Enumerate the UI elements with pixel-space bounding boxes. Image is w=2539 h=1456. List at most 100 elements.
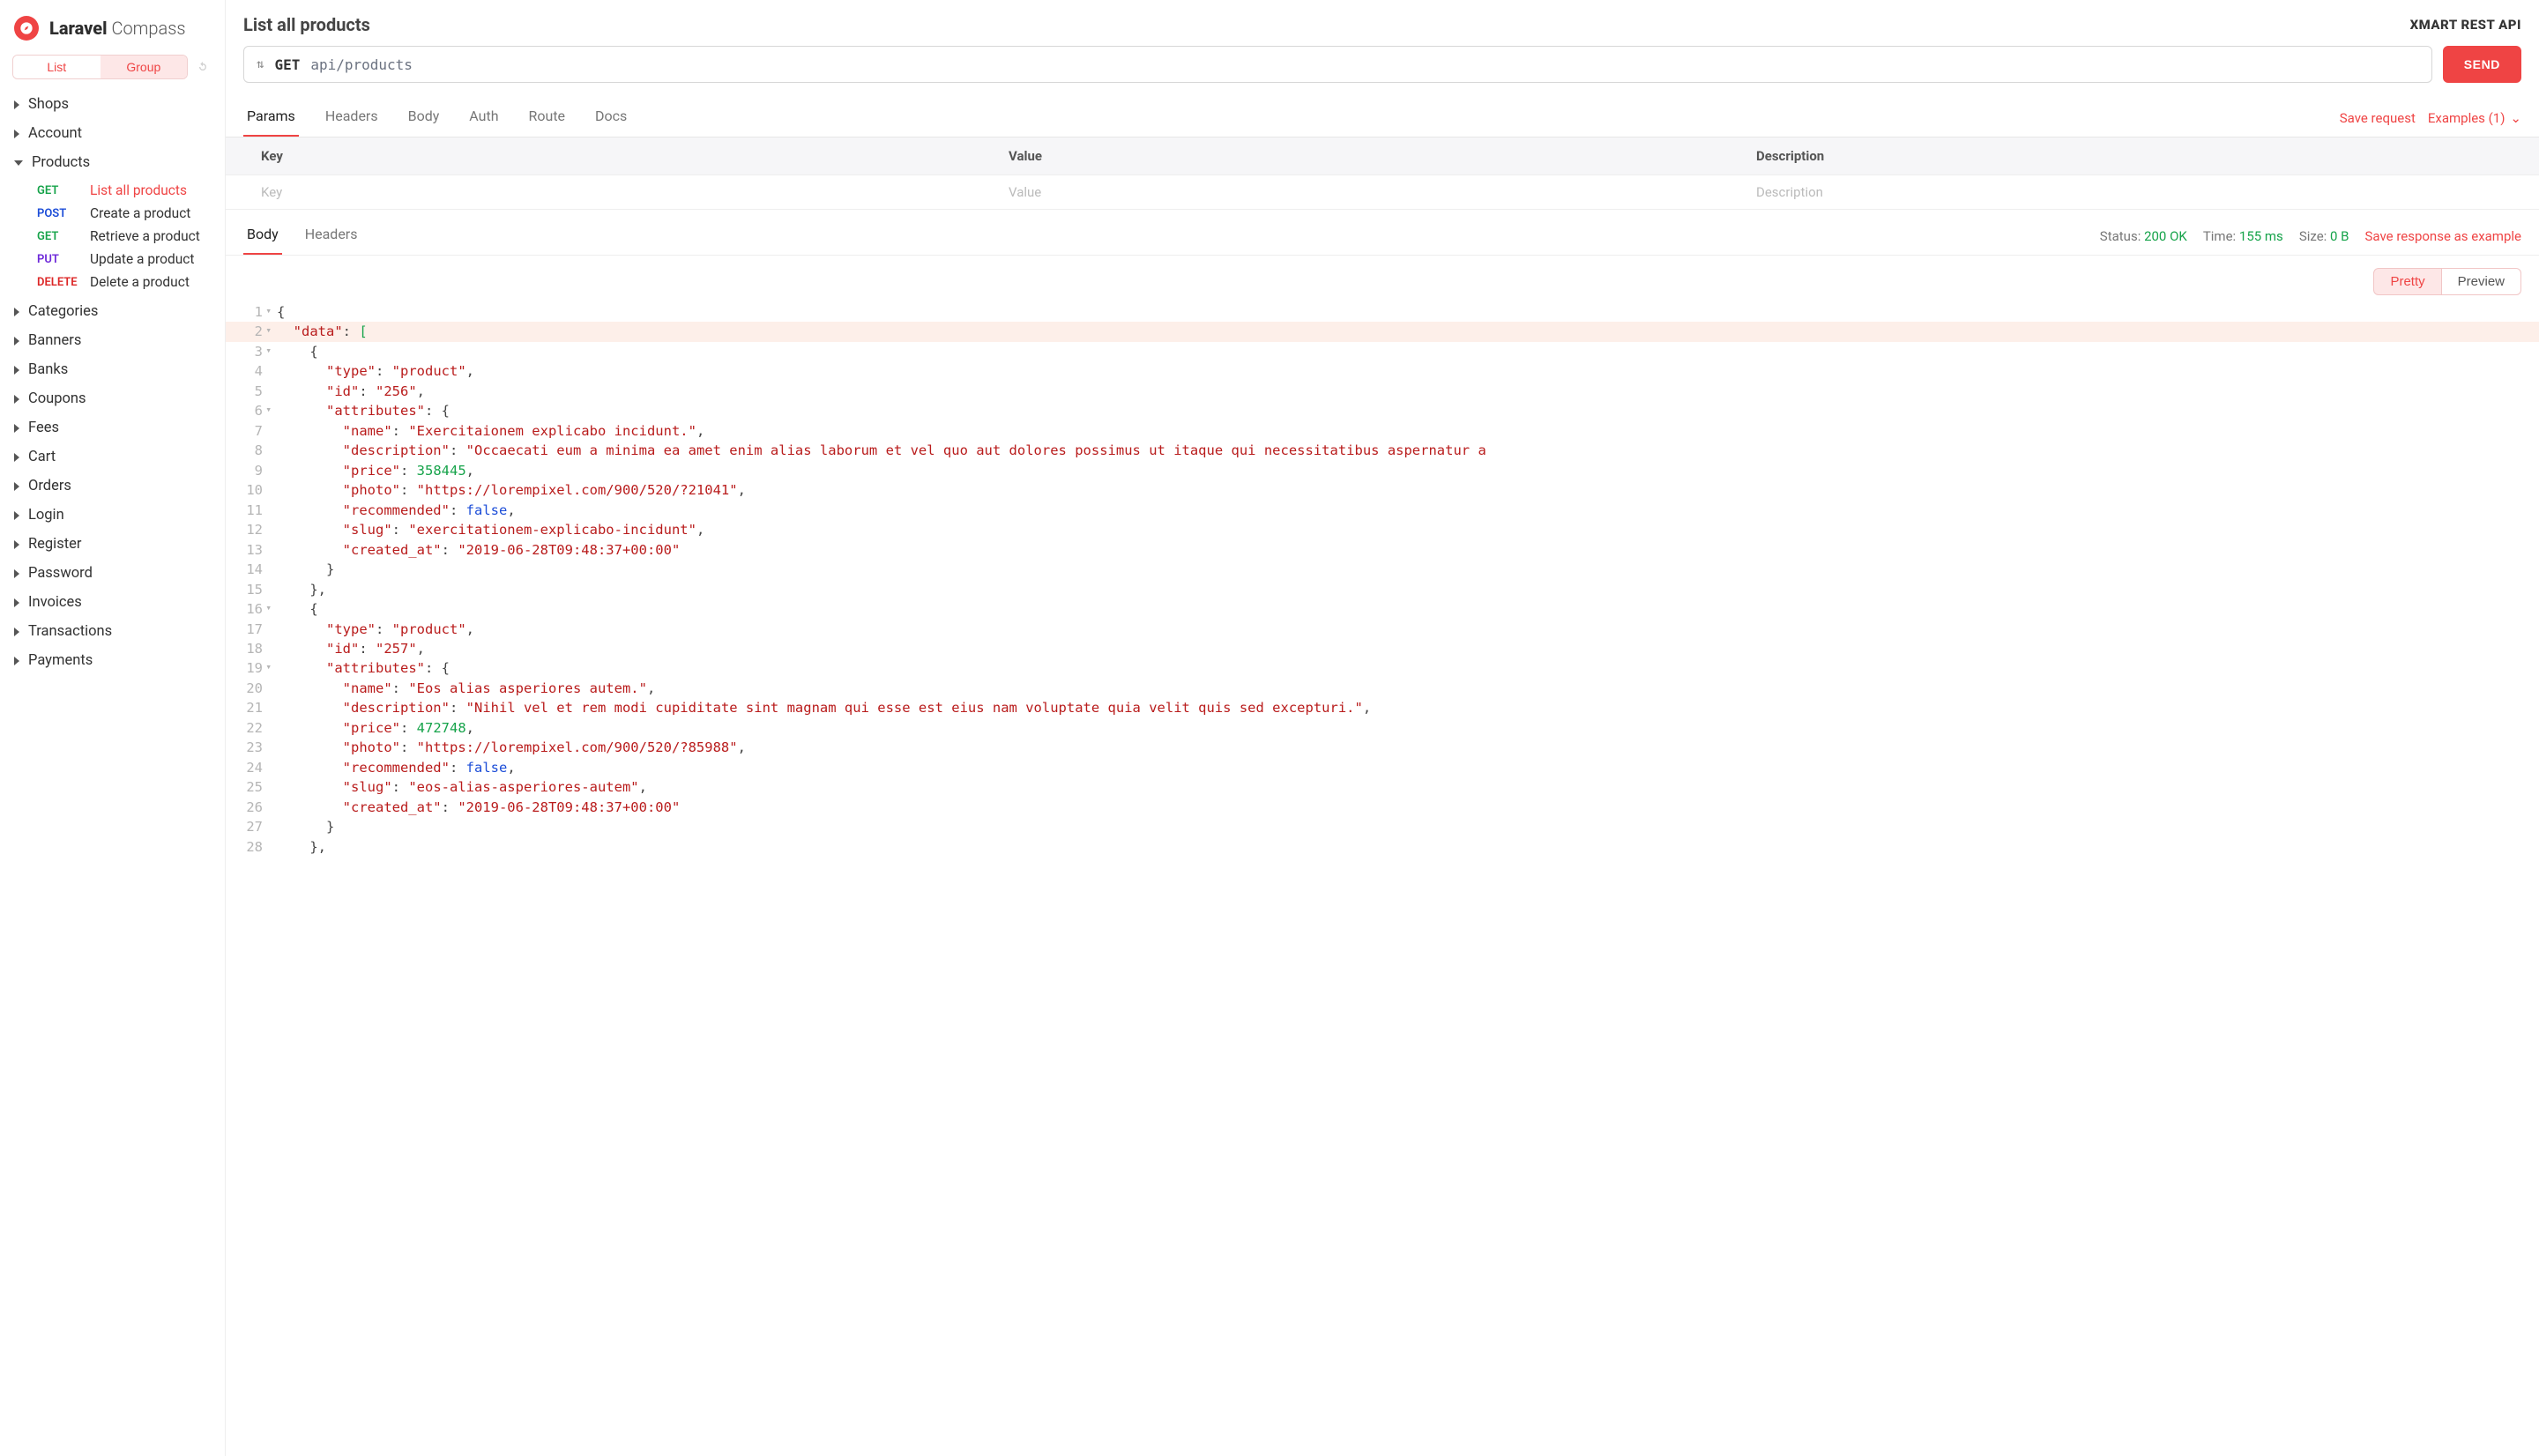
sidebar-item[interactable]: DELETEDelete a product bbox=[19, 271, 216, 293]
method-badge: DELETE bbox=[37, 276, 90, 289]
chevron-right-icon bbox=[14, 395, 19, 404]
sidebar-group-invoices[interactable]: Invoices bbox=[9, 588, 216, 617]
code-line: 18 "id": "257", bbox=[226, 639, 2539, 658]
chevron-right-icon bbox=[14, 482, 19, 491]
method-badge: PUT bbox=[37, 253, 90, 266]
code-line: 16▾ { bbox=[226, 599, 2539, 619]
api-name: XMART REST API bbox=[2410, 17, 2521, 33]
tab-docs[interactable]: Docs bbox=[592, 99, 630, 137]
sidebar-item[interactable]: POSTCreate a product bbox=[19, 202, 216, 225]
sidebar-item[interactable]: GETRetrieve a product bbox=[19, 225, 216, 248]
sidebar-group-label: Orders bbox=[28, 478, 71, 494]
chevron-right-icon bbox=[14, 424, 19, 433]
chevron-right-icon bbox=[14, 511, 19, 520]
response-tabs: Body Headers Status: 200 OK Time: 155 ms … bbox=[226, 217, 2539, 256]
code-line: 19▾ "attributes": { bbox=[226, 658, 2539, 678]
sidebar-group-coupons[interactable]: Coupons bbox=[9, 384, 216, 413]
resp-tab-headers[interactable]: Headers bbox=[302, 217, 361, 255]
sidebar-toggle: List Group bbox=[9, 55, 216, 79]
preview-toggle[interactable]: Preview bbox=[2442, 268, 2521, 295]
code-line: 10 "photo": "https://lorempixel.com/900/… bbox=[226, 480, 2539, 500]
sidebar-item-label: Create a product bbox=[90, 205, 212, 221]
code-line: 7 "name": "Exercitaionem explicabo incid… bbox=[226, 421, 2539, 441]
value-input[interactable]: Value bbox=[1009, 184, 1756, 200]
code-line: 2▾ "data": [ bbox=[226, 322, 2539, 341]
sidebar-group-label: Account bbox=[28, 125, 82, 142]
sidebar-group-fees[interactable]: Fees bbox=[9, 413, 216, 442]
sidebar-group-payments[interactable]: Payments bbox=[9, 646, 216, 675]
save-response-link[interactable]: Save response as example bbox=[2365, 228, 2521, 244]
sidebar-group-cart[interactable]: Cart bbox=[9, 442, 216, 472]
code-line: 6▾ "attributes": { bbox=[226, 401, 2539, 420]
code-line: 11 "recommended": false, bbox=[226, 501, 2539, 520]
fold-icon[interactable]: ▾ bbox=[265, 660, 272, 674]
params-row[interactable]: Key Value Description bbox=[226, 175, 2539, 210]
sidebar-group-label: Register bbox=[28, 536, 81, 553]
code-line: 20 "name": "Eos alias asperiores autem."… bbox=[226, 679, 2539, 698]
sidebar-group-products[interactable]: Products bbox=[9, 148, 216, 177]
sidebar-group-account[interactable]: Account bbox=[9, 119, 216, 148]
tab-body[interactable]: Body bbox=[405, 99, 443, 137]
desc-input[interactable]: Description bbox=[1756, 184, 2504, 200]
fold-icon[interactable]: ▾ bbox=[265, 403, 272, 417]
sidebar-group-banks[interactable]: Banks bbox=[9, 355, 216, 384]
compass-icon bbox=[14, 16, 39, 41]
tab-route[interactable]: Route bbox=[525, 99, 570, 137]
sidebar-group-banners[interactable]: Banners bbox=[9, 326, 216, 355]
method-badge: GET bbox=[37, 230, 90, 243]
url-box[interactable]: ⇅ GET api/products bbox=[243, 46, 2432, 83]
params-header: Key Value Description bbox=[226, 137, 2539, 175]
key-input[interactable]: Key bbox=[261, 184, 1009, 200]
response-body[interactable]: 1▾{2▾ "data": [3▾ {4 "type": "product",5… bbox=[226, 302, 2539, 874]
save-request-link[interactable]: Save request bbox=[2340, 110, 2416, 126]
fold-icon[interactable]: ▾ bbox=[265, 304, 272, 318]
http-method[interactable]: GET bbox=[274, 56, 300, 73]
sidebar-group-label: Coupons bbox=[28, 390, 86, 407]
sidebar-group-register[interactable]: Register bbox=[9, 530, 216, 559]
refresh-icon[interactable] bbox=[193, 57, 212, 77]
code-line: 22 "price": 472748, bbox=[226, 718, 2539, 738]
send-button[interactable]: SEND bbox=[2443, 46, 2521, 83]
col-desc: Description bbox=[1756, 148, 2504, 164]
sidebar-group-password[interactable]: Password bbox=[9, 559, 216, 588]
fold-icon[interactable]: ▾ bbox=[265, 601, 272, 615]
fold-icon[interactable]: ▾ bbox=[265, 344, 272, 358]
group-toggle[interactable]: Group bbox=[101, 56, 188, 78]
code-line: 14 } bbox=[226, 560, 2539, 579]
code-line: 9 "price": 358445, bbox=[226, 461, 2539, 480]
sidebar-item[interactable]: GETList all products bbox=[19, 179, 216, 202]
sidebar-group-shops[interactable]: Shops bbox=[9, 90, 216, 119]
sidebar-group-categories[interactable]: Categories bbox=[9, 297, 216, 326]
sidebar: Laravel Compass List Group Shops Account P… bbox=[0, 0, 226, 1456]
code-line: 23 "photo": "https://lorempixel.com/900/… bbox=[226, 738, 2539, 757]
code-line: 15 }, bbox=[226, 580, 2539, 599]
url-row: ⇅ GET api/products SEND bbox=[226, 46, 2539, 86]
brand: Laravel Compass bbox=[9, 16, 216, 41]
resp-tab-body[interactable]: Body bbox=[243, 217, 282, 255]
code-line: 21 "description": "Nihil vel et rem modi… bbox=[226, 698, 2539, 717]
sidebar-group-login[interactable]: Login bbox=[9, 501, 216, 530]
pretty-toggle[interactable]: Pretty bbox=[2373, 268, 2441, 295]
list-toggle[interactable]: List bbox=[13, 56, 101, 78]
page-title: List all products bbox=[243, 14, 370, 35]
code-line: 1▾{ bbox=[226, 302, 2539, 322]
view-toggles: Pretty Preview bbox=[226, 256, 2539, 302]
url-text[interactable]: api/products bbox=[310, 56, 413, 73]
sidebar-group-label: Transactions bbox=[28, 623, 112, 640]
chevron-right-icon bbox=[14, 100, 19, 109]
sidebar-item[interactable]: PUTUpdate a product bbox=[19, 248, 216, 271]
code-line: 5 "id": "256", bbox=[226, 382, 2539, 401]
sidebar-group-orders[interactable]: Orders bbox=[9, 472, 216, 501]
sidebar-group-transactions[interactable]: Transactions bbox=[9, 617, 216, 646]
tab-headers[interactable]: Headers bbox=[322, 99, 382, 137]
sidebar-group-label: Payments bbox=[28, 652, 93, 669]
chevron-right-icon bbox=[14, 540, 19, 549]
sidebar-group-label: Password bbox=[28, 565, 93, 582]
examples-dropdown[interactable]: Examples (1) ⌄ bbox=[2428, 110, 2521, 126]
code-line: 17 "type": "product", bbox=[226, 620, 2539, 639]
chevron-updown-icon[interactable]: ⇅ bbox=[257, 57, 264, 71]
tab-params[interactable]: Params bbox=[243, 99, 299, 137]
response-meta: Status: 200 OK Time: 155 ms Size: 0 B Sa… bbox=[2100, 228, 2521, 244]
fold-icon[interactable]: ▾ bbox=[265, 323, 272, 338]
tab-auth[interactable]: Auth bbox=[465, 99, 502, 137]
